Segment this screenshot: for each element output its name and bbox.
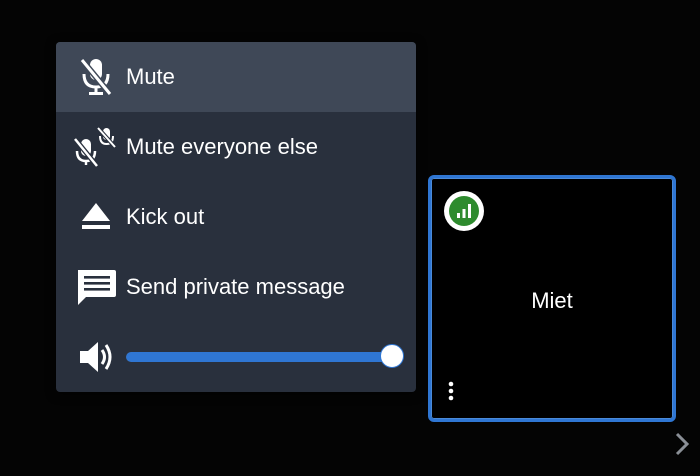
connection-indicator[interactable] (444, 191, 484, 231)
signal-bars-icon (457, 204, 471, 218)
mute-menu-item[interactable]: Mute (56, 42, 416, 112)
kick-out-label: Kick out (126, 204, 205, 229)
volume-slider-track[interactable] (126, 352, 392, 362)
volume-slider-thumb[interactable] (380, 344, 404, 368)
volume-control (56, 322, 416, 392)
chevron-right-icon[interactable] (668, 426, 696, 462)
kebab-menu-icon[interactable] (443, 378, 459, 404)
participant-context-menu: Mute Mute everyone else Kick out Send pr… (56, 42, 416, 392)
mic-off-icon (74, 57, 118, 97)
participant-name: Miet (531, 288, 573, 313)
eject-icon (74, 197, 118, 237)
send-private-message-menu-item[interactable]: Send private message (56, 252, 416, 322)
kick-out-menu-item[interactable]: Kick out (56, 182, 416, 252)
mute-everyone-else-menu-item[interactable]: Mute everyone else (56, 112, 416, 182)
participant-tile[interactable]: Miet (428, 175, 676, 422)
mute-label: Mute (126, 64, 175, 89)
volume-icon (74, 337, 118, 377)
message-icon (74, 267, 118, 307)
mute-others-icon (74, 127, 118, 167)
volume-slider-fill (126, 352, 392, 362)
send-private-message-label: Send private message (126, 274, 345, 299)
mute-everyone-else-label: Mute everyone else (126, 134, 318, 159)
